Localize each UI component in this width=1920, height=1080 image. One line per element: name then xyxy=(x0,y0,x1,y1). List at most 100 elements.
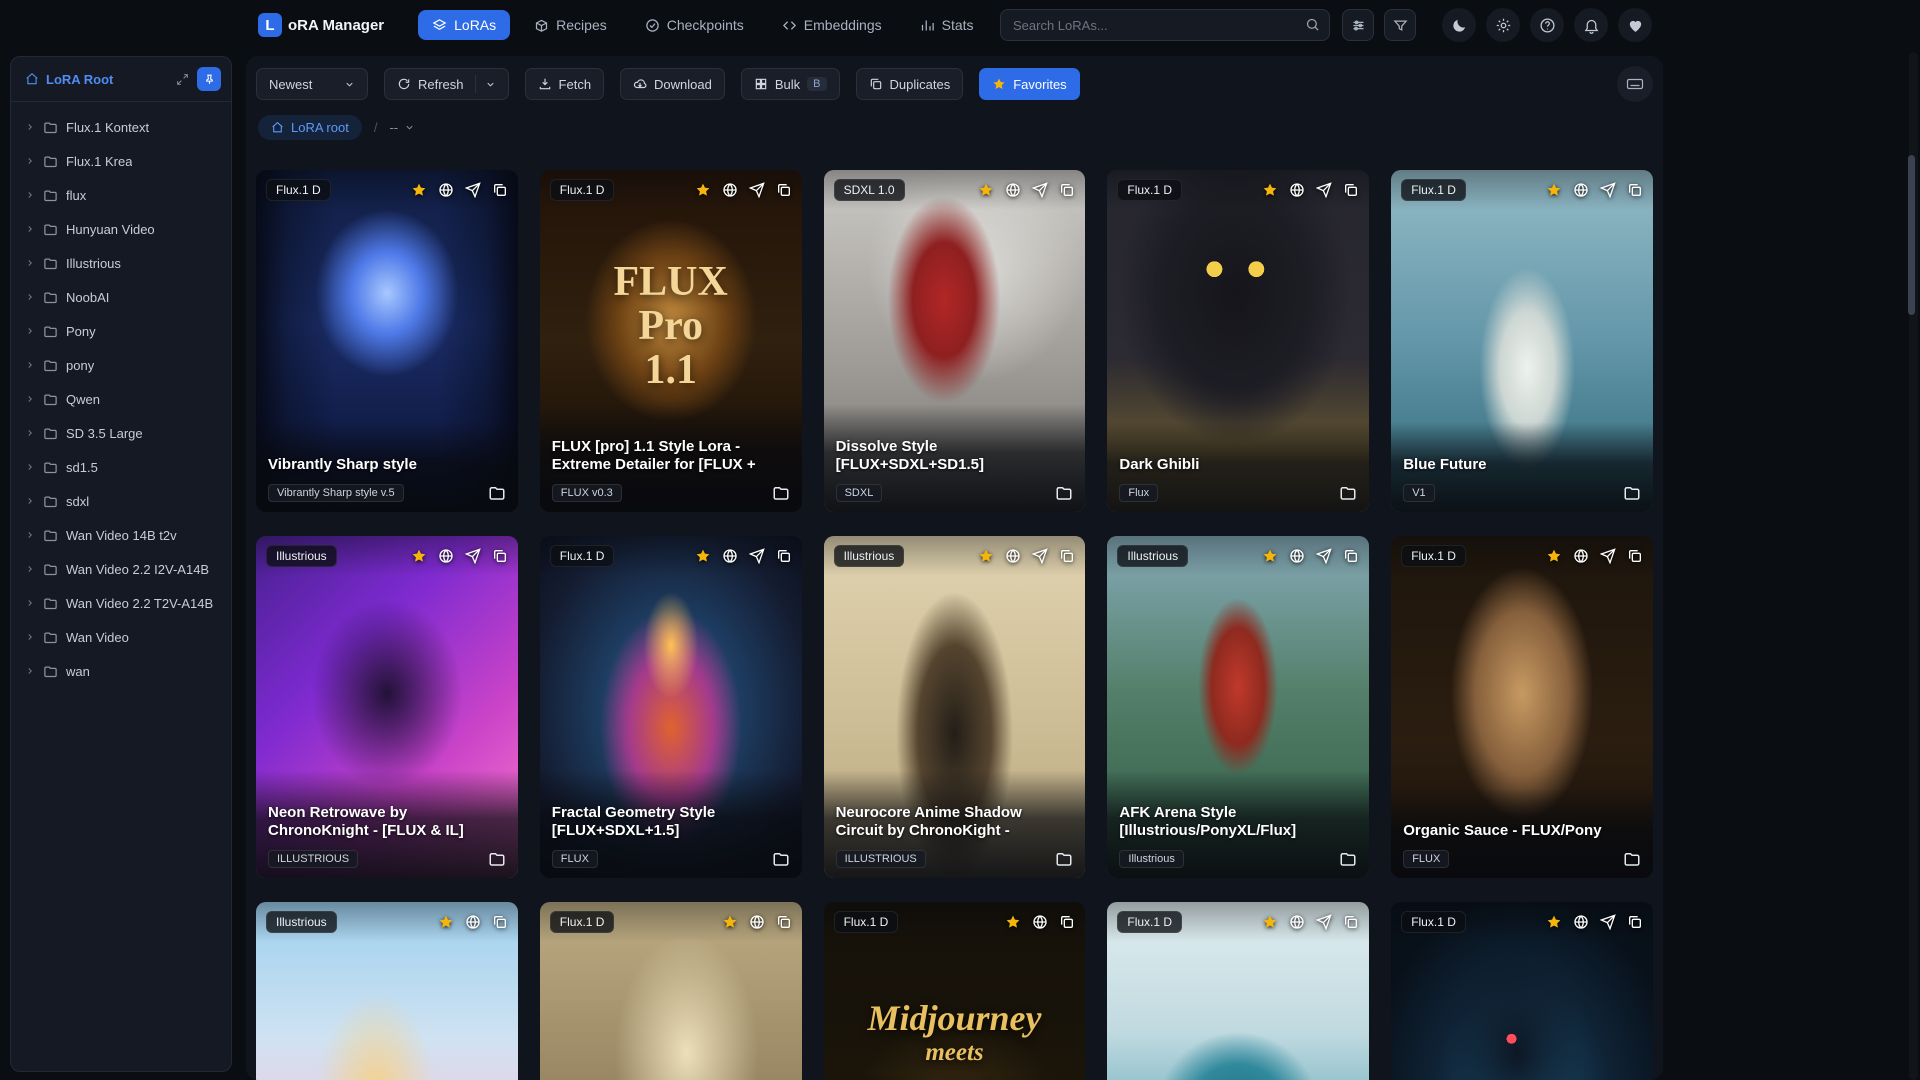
send-icon[interactable] xyxy=(1316,914,1332,930)
lora-card[interactable]: Illustrious AFK Arena Style [Illustrious… xyxy=(1107,536,1370,878)
favorite-star-icon[interactable] xyxy=(1262,914,1278,930)
nav-item-stats[interactable]: Stats xyxy=(906,10,988,40)
move-to-folder-button[interactable] xyxy=(1339,850,1357,868)
nav-item-embeddings[interactable]: Embeddings xyxy=(768,10,896,40)
lora-card[interactable]: Flux.1 D xyxy=(539,902,802,1080)
expand-icon[interactable] xyxy=(176,73,189,86)
lora-card[interactable]: Flux.1 D xyxy=(1107,902,1370,1080)
copy-icon[interactable] xyxy=(1627,548,1643,564)
civitai-globe-icon[interactable] xyxy=(722,182,738,198)
copy-icon[interactable] xyxy=(492,182,508,198)
breadcrumb-root[interactable]: LoRA root xyxy=(258,114,362,140)
folder-tree-item[interactable]: NoobAI xyxy=(17,280,225,314)
move-to-folder-button[interactable] xyxy=(488,484,506,502)
folder-tree-item[interactable]: Hunyuan Video xyxy=(17,212,225,246)
favorite-star-icon[interactable] xyxy=(438,914,454,930)
folder-tree-item[interactable]: Qwen xyxy=(17,382,225,416)
lora-card[interactable]: Flux.1 D xyxy=(1391,902,1653,1080)
folder-tree-item[interactable]: Wan Video xyxy=(17,620,225,654)
copy-icon[interactable] xyxy=(1627,914,1643,930)
help-button[interactable] xyxy=(1530,8,1564,42)
folder-tree-item[interactable]: Wan Video 2.2 I2V-A14B xyxy=(17,552,225,586)
civitai-globe-icon[interactable] xyxy=(1289,548,1305,564)
copy-icon[interactable] xyxy=(776,548,792,564)
favorite-star-icon[interactable] xyxy=(411,548,427,564)
lora-card[interactable]: SDXL 1.0 Dissolve Style [FLUX+SDXL+SD1.5… xyxy=(823,170,1086,512)
copy-icon[interactable] xyxy=(1059,548,1075,564)
fetch-button[interactable]: Fetch xyxy=(524,68,605,100)
folder-tree-item[interactable]: sd1.5 xyxy=(17,450,225,484)
send-icon[interactable] xyxy=(1032,182,1049,198)
lora-card[interactable]: Flux.1 D Vibrantly Sharp style Vibrantly… xyxy=(256,170,518,512)
lora-card[interactable]: Flux.1 D Fractal Geometry Style [FLUX+SD… xyxy=(539,536,802,878)
civitai-globe-icon[interactable] xyxy=(1573,914,1589,930)
favorite-star-icon[interactable] xyxy=(1262,182,1278,198)
civitai-globe-icon[interactable] xyxy=(438,182,454,198)
move-to-folder-button[interactable] xyxy=(772,484,790,502)
favorites-nav-button[interactable] xyxy=(1618,8,1652,42)
move-to-folder-button[interactable] xyxy=(1623,484,1641,502)
nav-item-loras[interactable]: LoRAs xyxy=(418,10,511,40)
move-to-folder-button[interactable] xyxy=(1055,484,1073,502)
civitai-globe-icon[interactable] xyxy=(1573,548,1589,564)
lora-card[interactable]: Flux.1 D Dark Ghibli Flux xyxy=(1107,170,1370,512)
favorite-star-icon[interactable] xyxy=(1546,182,1562,198)
favorite-star-icon[interactable] xyxy=(1262,548,1278,564)
send-icon[interactable] xyxy=(1599,914,1616,930)
civitai-globe-icon[interactable] xyxy=(438,548,454,564)
send-icon[interactable] xyxy=(748,548,765,564)
sort-select[interactable]: Newest xyxy=(256,68,368,100)
send-icon[interactable] xyxy=(1599,548,1616,564)
send-icon[interactable] xyxy=(1032,548,1049,564)
favorite-star-icon[interactable] xyxy=(695,182,711,198)
send-icon[interactable] xyxy=(1316,182,1332,198)
civitai-globe-icon[interactable] xyxy=(1032,914,1048,930)
bulk-button[interactable]: Bulk B xyxy=(740,68,840,100)
folder-tree-item[interactable]: SD 3.5 Large xyxy=(17,416,225,450)
move-to-folder-button[interactable] xyxy=(1055,850,1073,868)
lora-card[interactable]: FLUX Pro 1.1 Flux.1 D FLUX [pro] 1.1 Style… xyxy=(539,170,802,512)
download-button[interactable]: Download xyxy=(620,68,725,100)
favorite-star-icon[interactable] xyxy=(695,548,711,564)
civitai-globe-icon[interactable] xyxy=(1005,548,1021,564)
filter-button[interactable] xyxy=(1384,9,1416,41)
civitai-globe-icon[interactable] xyxy=(1289,914,1305,930)
duplicates-button[interactable]: Duplicates xyxy=(855,68,964,100)
move-to-folder-button[interactable] xyxy=(1339,484,1357,502)
copy-icon[interactable] xyxy=(1343,548,1359,564)
copy-icon[interactable] xyxy=(492,548,508,564)
lora-card[interactable]: Illustrious Neurocore Anime Shadow Circu… xyxy=(823,536,1086,878)
folder-tree-item[interactable]: Flux.1 Kontext xyxy=(17,110,225,144)
favorite-star-icon[interactable] xyxy=(978,182,994,198)
copy-icon[interactable] xyxy=(776,182,792,198)
refresh-dropdown-button[interactable] xyxy=(474,75,496,93)
favorite-star-icon[interactable] xyxy=(722,914,738,930)
civitai-globe-icon[interactable] xyxy=(1005,182,1021,198)
civitai-globe-icon[interactable] xyxy=(722,548,738,564)
nav-item-checkpoints[interactable]: Checkpoints xyxy=(631,10,758,40)
favorite-star-icon[interactable] xyxy=(1546,914,1562,930)
copy-icon[interactable] xyxy=(1343,182,1359,198)
lora-card[interactable]: MidjourneymeetsFLUX Flux.1 D xyxy=(823,902,1086,1080)
copy-icon[interactable] xyxy=(1343,914,1359,930)
copy-icon[interactable] xyxy=(1627,182,1643,198)
folder-tree-item[interactable]: Wan Video 2.2 T2V-A14B xyxy=(17,586,225,620)
settings-button[interactable] xyxy=(1486,8,1520,42)
lora-card[interactable]: Illustrious xyxy=(256,902,518,1080)
move-to-folder-button[interactable] xyxy=(772,850,790,868)
send-icon[interactable] xyxy=(748,182,765,198)
favorites-filter-button[interactable]: Favorites xyxy=(979,68,1080,100)
page-scrollbar-track[interactable] xyxy=(1908,52,1918,1080)
folder-tree-item[interactable]: Wan Video 14B t2v xyxy=(17,518,225,552)
breadcrumb-current-dropdown[interactable]: -- xyxy=(389,120,415,135)
search-options-button[interactable] xyxy=(1342,9,1374,41)
favorite-star-icon[interactable] xyxy=(1005,914,1021,930)
folder-tree-item[interactable]: wan xyxy=(17,654,225,688)
civitai-globe-icon[interactable] xyxy=(1573,182,1589,198)
folder-tree-item[interactable]: Pony xyxy=(17,314,225,348)
page-scrollbar-thumb[interactable] xyxy=(1908,155,1915,315)
folder-tree-item[interactable]: sdxl xyxy=(17,484,225,518)
lora-card[interactable]: Flux.1 D Organic Sauce - FLUX/Pony FLUX xyxy=(1391,536,1653,878)
root-folder-label[interactable]: LoRA Root xyxy=(46,72,113,87)
copy-icon[interactable] xyxy=(1059,914,1075,930)
